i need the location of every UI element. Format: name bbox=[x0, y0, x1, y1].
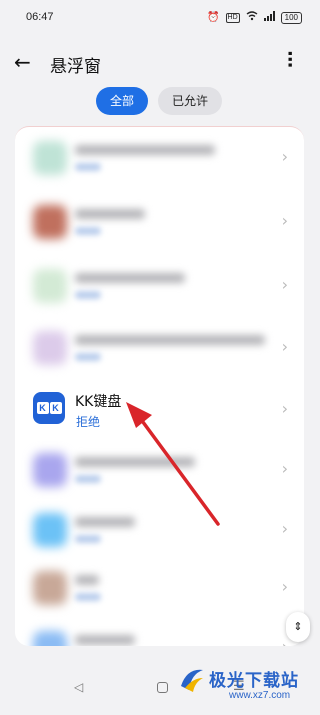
hd-icon: HD bbox=[225, 12, 240, 23]
blurred-app-status bbox=[75, 163, 101, 171]
page-header: ← 悬浮窗 ··· bbox=[0, 42, 320, 82]
status-icons: ⏰ HD 100 bbox=[207, 11, 302, 24]
app-icon bbox=[33, 571, 67, 605]
alarm-icon: ⏰ bbox=[207, 12, 220, 23]
list-item[interactable]: › bbox=[15, 317, 304, 378]
blurred-app-name bbox=[75, 635, 135, 645]
list-item[interactable]: › bbox=[15, 255, 304, 316]
list-item[interactable]: › bbox=[15, 439, 304, 500]
status-time: 06:47 bbox=[26, 11, 54, 23]
wifi-icon bbox=[246, 11, 258, 24]
blurred-app-status bbox=[75, 475, 101, 483]
blurred-app-name bbox=[75, 517, 135, 527]
app-icon bbox=[33, 141, 67, 175]
watermark-logo-icon bbox=[181, 669, 203, 692]
blurred-app-status bbox=[75, 353, 101, 361]
list-item[interactable]: › bbox=[15, 617, 304, 646]
app-list: › › › › KK KK键盘 拒绝 › › › › bbox=[15, 126, 304, 646]
watermark-text: 极光下载站 bbox=[209, 671, 299, 691]
blurred-app-status bbox=[75, 227, 101, 235]
chevron-right-icon: › bbox=[282, 637, 288, 646]
app-icon bbox=[33, 269, 67, 303]
blurred-app-name bbox=[75, 457, 195, 467]
list-item[interactable]: › bbox=[15, 557, 304, 618]
kk-keyboard-app-icon: KK bbox=[33, 392, 65, 424]
filter-tabs: 全部 已允许 bbox=[96, 87, 223, 115]
blurred-app-status bbox=[75, 291, 101, 299]
chevron-right-icon: › bbox=[281, 275, 288, 294]
list-item[interactable]: › bbox=[15, 499, 304, 560]
app-name: KK键盘 bbox=[75, 394, 122, 410]
status-bar: 06:47 ⏰ HD 100 bbox=[0, 0, 320, 38]
nav-back-icon[interactable]: ◁ bbox=[74, 680, 83, 694]
page-title: 悬浮窗 bbox=[50, 57, 101, 77]
list-item-kk-keyboard[interactable]: KK KK键盘 拒绝 › bbox=[15, 379, 304, 440]
app-icon bbox=[33, 631, 67, 646]
chevron-right-icon: › bbox=[281, 399, 288, 418]
app-permission-status: 拒绝 bbox=[76, 415, 101, 429]
watermark: 极光下载站 www.xz7.com bbox=[175, 658, 320, 715]
battery-icon: 100 bbox=[280, 11, 302, 24]
chevron-right-icon: › bbox=[281, 459, 288, 478]
chevron-right-icon: › bbox=[281, 519, 288, 538]
blurred-app-status bbox=[75, 535, 101, 543]
arrow-left-icon[interactable]: ← bbox=[14, 50, 31, 74]
tab-allowed[interactable]: 已允许 bbox=[158, 87, 223, 115]
list-item[interactable]: › bbox=[15, 191, 304, 252]
tab-all[interactable]: 全部 bbox=[96, 87, 149, 115]
chevron-right-icon: › bbox=[281, 577, 288, 596]
more-vertical-icon[interactable]: ··· bbox=[279, 50, 300, 68]
chevron-right-icon: › bbox=[281, 337, 288, 356]
app-icon bbox=[33, 331, 67, 365]
chevron-right-icon: › bbox=[281, 211, 288, 230]
watermark-url: www.xz7.com bbox=[229, 690, 291, 701]
chevron-right-icon: › bbox=[281, 147, 288, 166]
signal-icon bbox=[263, 11, 275, 24]
blurred-app-name bbox=[75, 209, 145, 219]
nav-home-icon[interactable] bbox=[157, 682, 168, 693]
app-icon bbox=[33, 205, 67, 239]
blurred-app-name bbox=[75, 145, 215, 155]
app-icon bbox=[33, 453, 67, 487]
fast-scroll-button[interactable]: ⇕ bbox=[286, 612, 310, 642]
blurred-app-name bbox=[75, 575, 99, 585]
blurred-app-status bbox=[75, 593, 101, 601]
blurred-app-name bbox=[75, 273, 185, 283]
list-item[interactable]: › bbox=[15, 127, 304, 188]
app-icon bbox=[33, 513, 67, 547]
blurred-app-name bbox=[75, 335, 265, 345]
